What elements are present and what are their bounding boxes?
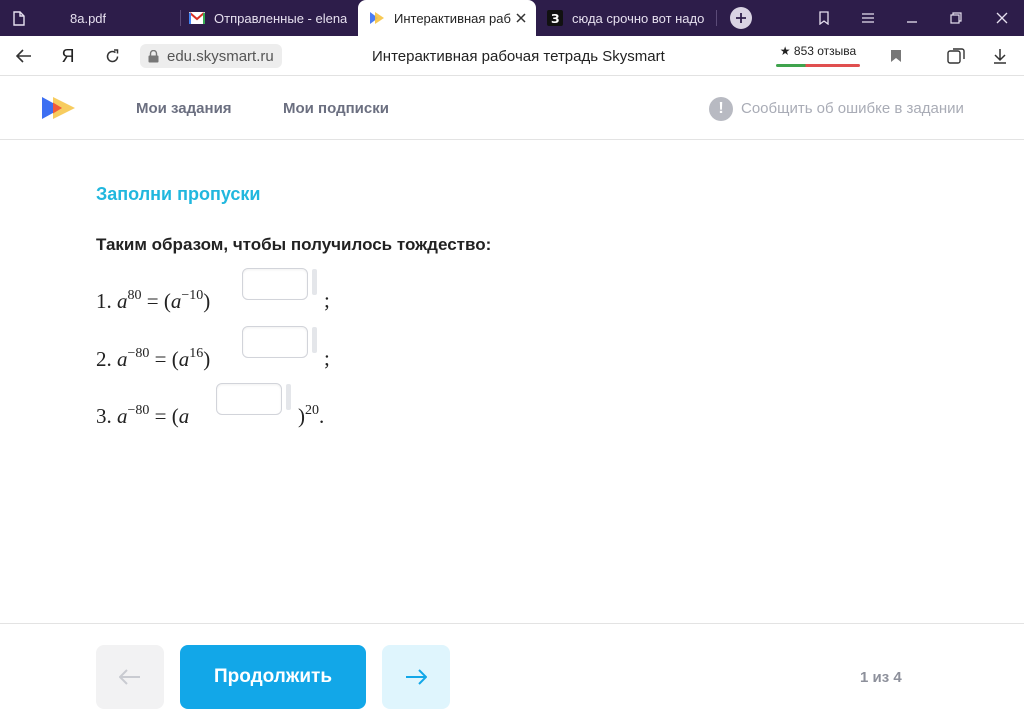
minimize-icon[interactable] [890, 0, 934, 36]
tab-label: сюда срочно вот надо [572, 10, 705, 26]
arrow-right-icon [406, 669, 427, 685]
download-icon[interactable] [980, 36, 1020, 76]
lhs-exponent: −80 [127, 346, 150, 361]
address-bar: Я edu.skysmart.ru Интерактивная рабочая … [0, 36, 1024, 76]
tab-label: 8a.pdf [70, 10, 107, 26]
skysmart-icon [368, 9, 386, 27]
page-counter: 1 из 4 [860, 668, 902, 686]
exponent-input-2[interactable] [242, 326, 308, 358]
task-title: Заполни пропуски [96, 184, 261, 204]
close-window-icon[interactable] [980, 0, 1024, 36]
rhs-base: a [178, 404, 190, 428]
close-paren: ) [298, 404, 305, 428]
previous-button[interactable] [96, 645, 164, 709]
lock-icon [148, 49, 159, 63]
tab-skysmart-active[interactable]: Интерактивная раб [358, 0, 536, 36]
collections-icon[interactable] [802, 0, 846, 36]
rhs-inner-exponent: 16 [189, 346, 204, 361]
nav-my-subscriptions[interactable]: Мои подписки [283, 77, 389, 140]
lhs-base: a [117, 289, 128, 313]
tab-label: Отправленные - elena [214, 10, 348, 26]
exponent-input-1[interactable] [242, 268, 308, 300]
close-paren: ) [203, 347, 211, 371]
equation-end: ; [324, 346, 330, 370]
open-paren: ( [163, 289, 171, 313]
reviews-text: ★ 853 отзыва [779, 44, 857, 58]
report-error-text: Сообщить об ошибке в задании [741, 100, 964, 117]
rhs-inner-exponent: −10 [181, 288, 204, 303]
yandex-icon[interactable]: Я [48, 36, 88, 76]
menu-icon[interactable] [846, 0, 890, 36]
open-paren: ( [171, 404, 179, 428]
reload-icon[interactable] [92, 36, 132, 76]
url-text: edu.skysmart.ru [167, 47, 274, 65]
equals-sign: = [154, 404, 167, 428]
input-drag-handle[interactable] [312, 269, 317, 295]
input-drag-handle[interactable] [312, 327, 317, 353]
rhs-base: a [178, 347, 190, 371]
reviews-badge[interactable]: ★ 853 отзыва [776, 43, 860, 69]
task-instruction: Таким образом, чтобы получилось тождеств… [96, 235, 492, 254]
nav-my-tasks[interactable]: Мои задания [136, 77, 232, 140]
svg-text:З: З [551, 12, 560, 26]
equation-number: 1. [96, 289, 112, 313]
skysmart-logo-icon[interactable] [42, 95, 76, 121]
new-tab-plus-icon[interactable] [730, 7, 752, 29]
continue-button[interactable]: Продолжить [180, 645, 366, 709]
lhs-base: a [117, 347, 128, 371]
tab-8a-pdf[interactable]: 8a.pdf [10, 0, 180, 36]
exclamation-icon: ! [709, 96, 733, 121]
input-drag-handle[interactable] [286, 384, 291, 410]
document-icon [10, 9, 28, 27]
task-footer: Продолжить 1 из 4 [0, 623, 1024, 728]
equals-sign: = [154, 347, 167, 371]
close-paren: ) [203, 289, 211, 313]
exponent-input-3[interactable] [216, 383, 282, 415]
tab-znanija[interactable]: З сюда срочно вот надо [546, 0, 714, 36]
znanija-icon: З [546, 9, 564, 27]
next-button[interactable] [382, 645, 450, 709]
restore-icon[interactable] [934, 0, 978, 36]
gmail-icon [188, 9, 206, 27]
equation-end: ; [324, 288, 330, 312]
outer-exponent: 20 [305, 403, 319, 418]
rhs-base: a [170, 289, 182, 313]
arrow-left-icon [119, 669, 140, 685]
lhs-base: a [117, 404, 128, 428]
reviews-rating-bar [776, 64, 860, 67]
lhs-exponent: 80 [127, 288, 142, 303]
read-later-icon[interactable] [936, 36, 976, 76]
tab-gmail[interactable]: Отправленные - elena [188, 0, 356, 36]
bookmark-icon[interactable] [876, 36, 916, 76]
page-title: Интерактивная рабочая тетрадь Skysmart [372, 47, 665, 65]
back-arrow-icon[interactable] [4, 36, 44, 76]
lhs-exponent: −80 [127, 403, 150, 418]
equation-2: 2. a−80 = (a16) ; [96, 326, 356, 388]
equation-1: 1. a80 = (a−10) ; [96, 268, 356, 330]
tab-label: Интерактивная раб [394, 10, 511, 26]
open-paren: ( [171, 347, 179, 371]
report-error-link[interactable]: ! Сообщить об ошибке в задании [709, 77, 964, 140]
equation-3: 3. a−80 = (a )20. [96, 383, 356, 445]
site-header: Мои задания Мои подписки ! Сообщить об о… [0, 77, 1024, 140]
equation-number: 3. [96, 404, 112, 428]
equals-sign: = [146, 289, 159, 313]
close-tab-icon[interactable] [516, 0, 526, 36]
url-field[interactable]: edu.skysmart.ru [140, 44, 282, 68]
equation-end: . [319, 404, 325, 428]
browser-tab-bar: 8a.pdf Отправленные - elena Интерактивна… [0, 0, 1024, 36]
equation-number: 2. [96, 347, 112, 371]
